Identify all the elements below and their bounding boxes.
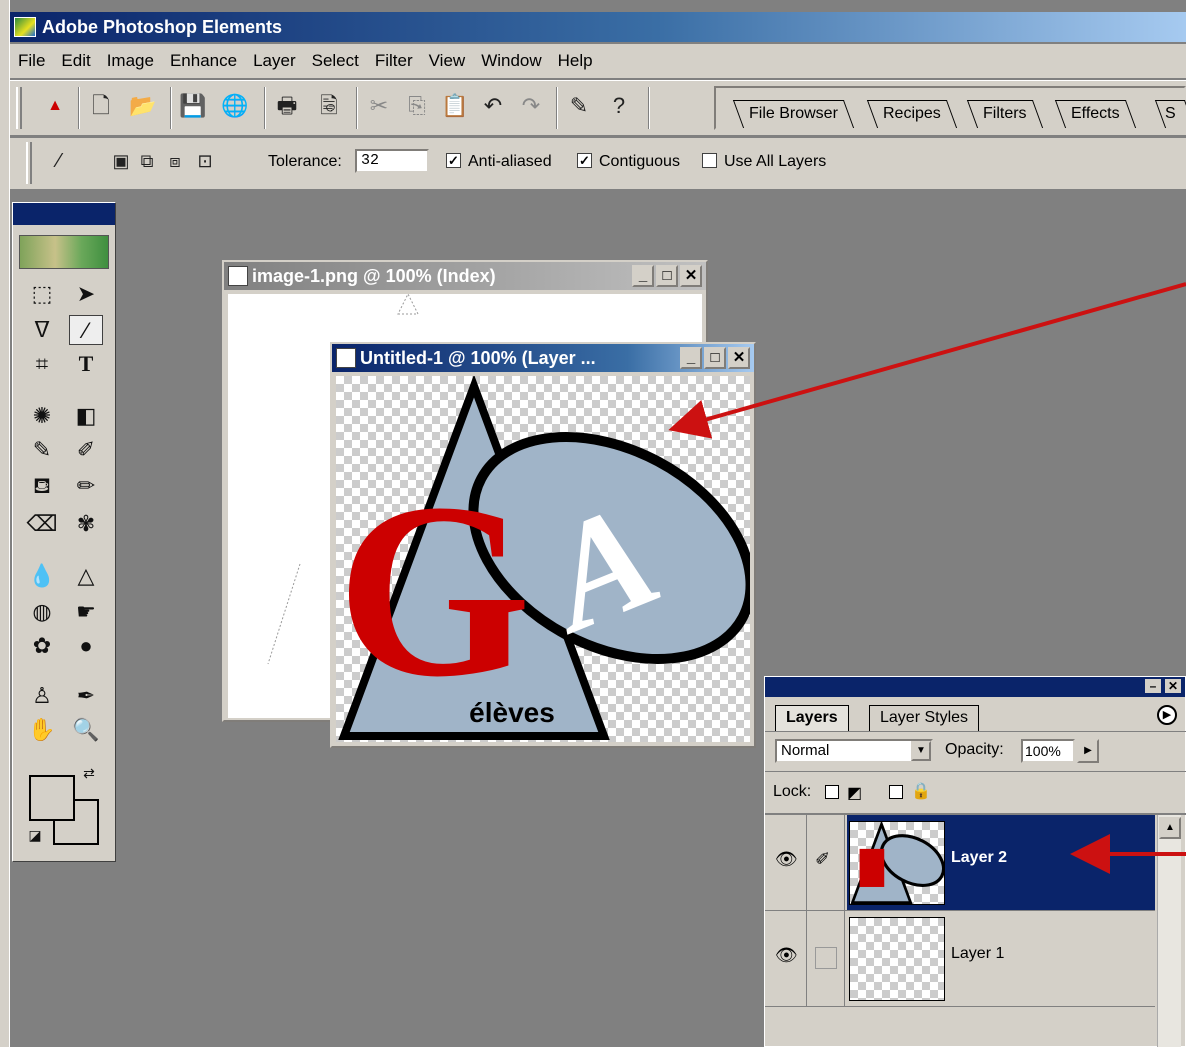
annotation-arrows <box>668 282 1186 874</box>
arrow-to-canvas <box>668 282 1186 439</box>
